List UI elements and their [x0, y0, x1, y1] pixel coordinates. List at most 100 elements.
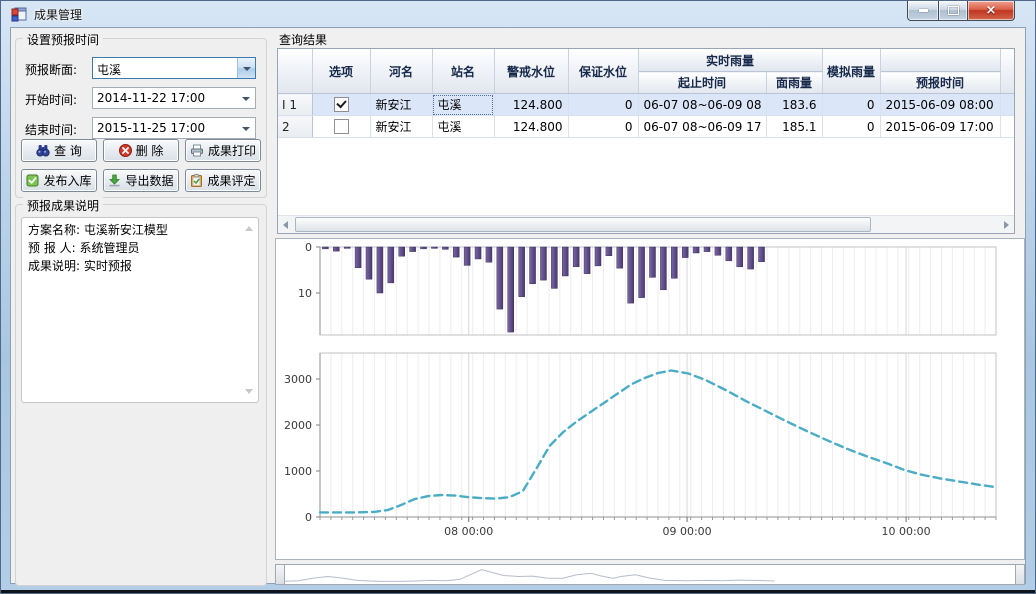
- cell-station[interactable]: 屯溪: [432, 94, 494, 116]
- cell-sim-rain[interactable]: 0: [822, 116, 880, 138]
- cell-forecast-time[interactable]: 2015-06-09 08:00: [880, 94, 1000, 116]
- forecast-desc-group-title: 预报成果说明: [23, 197, 103, 214]
- delete-button[interactable]: 删 除: [103, 139, 179, 162]
- col-header-sim-rain[interactable]: 模拟雨量: [822, 49, 880, 94]
- svg-text:0: 0: [305, 241, 312, 254]
- chevron-down-icon: [243, 67, 251, 71]
- cell-station[interactable]: 屯溪: [432, 116, 494, 138]
- option-checkbox-cell[interactable]: [312, 116, 370, 138]
- chart-navigator[interactable]: [275, 564, 1025, 585]
- desc-line-scheme: 方案名称: 屯溪新安江模型: [28, 221, 242, 239]
- end-time-picker[interactable]: 2015-11-25 17:00: [92, 117, 256, 139]
- cell-river[interactable]: 新安江: [370, 116, 432, 138]
- forecast-desc-group: 预报成果说明 方案名称: 屯溪新安江模型 预 报 人: 系统管理员 成果说明: …: [15, 204, 267, 586]
- minimize-button[interactable]: [907, 1, 938, 21]
- svg-text:08 00:00: 08 00:00: [444, 525, 493, 538]
- publish-button[interactable]: 发布入库: [21, 169, 97, 192]
- col-header-forecast-time[interactable]: 预报时间: [880, 72, 1000, 94]
- app-icon: [11, 6, 27, 22]
- evaluate-results-button[interactable]: 成果评定: [185, 169, 261, 192]
- cell-warn-level[interactable]: 124.800: [494, 94, 568, 116]
- option-checkbox[interactable]: [334, 119, 349, 134]
- publish-button-label: 发布入库: [43, 172, 91, 189]
- binoculars-icon: [36, 144, 50, 157]
- forecast-section-label: 预报断面:: [25, 61, 77, 78]
- col-header-warn-level[interactable]: 警戒水位: [494, 49, 568, 94]
- option-checkbox-cell[interactable]: [312, 94, 370, 116]
- end-time-label: 结束时间:: [25, 121, 77, 138]
- cell-warn-level[interactable]: 124.800: [494, 116, 568, 138]
- table-row[interactable]: I 1新安江屯溪124.800006-07 08~06-09 08183.602…: [278, 94, 1014, 116]
- start-time-picker[interactable]: 2014-11-22 17:00: [92, 87, 256, 109]
- export-icon: [108, 174, 121, 187]
- col-header-river[interactable]: 河名: [370, 49, 432, 94]
- navigator-right-handle[interactable]: [1015, 565, 1024, 584]
- col-header-station[interactable]: 站名: [432, 49, 494, 94]
- window-title: 成果管理: [34, 6, 82, 23]
- delete-icon: [119, 144, 132, 157]
- cell-forecast-time[interactable]: 2015-06-09 17:00: [880, 116, 1000, 138]
- svg-text:0: 0: [305, 511, 312, 524]
- scroll-left-icon[interactable]: [278, 216, 295, 233]
- cell-guarantee-level[interactable]: 0: [568, 94, 638, 116]
- close-button[interactable]: ×: [967, 1, 1015, 21]
- row-header[interactable]: I 1: [278, 94, 312, 116]
- option-checkbox[interactable]: [334, 97, 349, 112]
- cell-rain-period[interactable]: 06-07 08~06-09 17: [638, 116, 766, 138]
- close-icon: ×: [986, 4, 997, 17]
- cell-area-rain[interactable]: 183.6: [766, 94, 822, 116]
- end-time-value: 2015-11-25 17:00: [97, 121, 205, 135]
- row-header[interactable]: 2: [278, 116, 312, 138]
- start-time-label: 开始时间:: [25, 91, 77, 108]
- svg-text:2000: 2000: [284, 419, 312, 432]
- export-data-button-label: 导出数据: [125, 172, 173, 189]
- col-header-guarantee-level[interactable]: 保证水位: [568, 49, 638, 94]
- svg-text:10 00:00: 10 00:00: [881, 525, 930, 538]
- maximize-button[interactable]: [938, 1, 967, 21]
- col-header-option[interactable]: 选项: [312, 49, 370, 94]
- results-title: 查询结果: [279, 31, 327, 48]
- col-header-area-rain[interactable]: 面雨量: [766, 72, 822, 94]
- forecast-time-group: 设置预报时间 预报断面: 屯溪 开始时间: 2014-11-22 17:00 结…: [15, 38, 267, 198]
- desc-line-note: 成果说明: 实时预报: [28, 257, 242, 275]
- col-header-rain-period[interactable]: 起止时间: [638, 72, 766, 94]
- forecast-section-combobox[interactable]: 屯溪: [92, 57, 256, 79]
- svg-text:10: 10: [298, 287, 312, 300]
- table-row[interactable]: 2新安江屯溪124.800006-07 08~06-09 17185.10201…: [278, 116, 1014, 138]
- scroll-down-icon[interactable]: [245, 389, 253, 394]
- scroll-up-icon[interactable]: [245, 226, 253, 231]
- col-header-realtime-rain[interactable]: 实时雨量: [638, 49, 822, 72]
- row-header-corner: [278, 49, 312, 94]
- scroll-right-icon[interactable]: [997, 216, 1014, 233]
- app-window: 成果管理 × 设置预报时间 预报断面: 屯溪 开始时间: 2014-11-22 …: [0, 0, 1036, 594]
- cell-rain-period[interactable]: 06-07 08~06-09 08: [638, 94, 766, 116]
- export-data-button[interactable]: 导出数据: [103, 169, 179, 192]
- cell-area-rain[interactable]: 185.1: [766, 116, 822, 138]
- query-button-label: 查 询: [54, 142, 82, 159]
- forecast-section-dropdown-button[interactable]: [237, 58, 255, 78]
- scrollbar-thumb[interactable]: [295, 217, 871, 232]
- col-header-empty: [880, 49, 1000, 72]
- cell-extra: [1000, 94, 1014, 116]
- maximize-icon: [948, 6, 959, 15]
- forecast-time-group-title: 设置预报时间: [23, 31, 103, 48]
- minimize-icon: [919, 9, 928, 12]
- publish-icon: [26, 174, 39, 187]
- end-time-field: 结束时间: 2015-11-25 17:00: [16, 117, 266, 139]
- print-results-button[interactable]: 成果打印: [185, 139, 261, 162]
- chart-panel: 010010002000300008 00:0009 00:0010 00:00: [275, 238, 1025, 560]
- grid-body: I 1新安江屯溪124.800006-07 08~06-09 08183.602…: [278, 94, 1014, 138]
- evaluate-icon: [190, 174, 203, 187]
- cell-sim-rain[interactable]: 0: [822, 94, 880, 116]
- cell-guarantee-level[interactable]: 0: [568, 116, 638, 138]
- start-time-value: 2014-11-22 17:00: [97, 91, 205, 105]
- chevron-down-icon[interactable]: [242, 127, 250, 131]
- horizontal-scrollbar[interactable]: [278, 215, 1014, 233]
- chevron-down-icon[interactable]: [242, 97, 250, 101]
- query-button[interactable]: 查 询: [21, 139, 97, 162]
- titlebar[interactable]: 成果管理 ×: [1, 1, 1035, 27]
- cell-river[interactable]: 新安江: [370, 94, 432, 116]
- forecast-desc-textarea[interactable]: 方案名称: 屯溪新安江模型 预 报 人: 系统管理员 成果说明: 实时预报: [21, 217, 259, 403]
- print-results-button-label: 成果打印: [208, 142, 256, 159]
- evaluate-results-button-label: 成果评定: [207, 172, 255, 189]
